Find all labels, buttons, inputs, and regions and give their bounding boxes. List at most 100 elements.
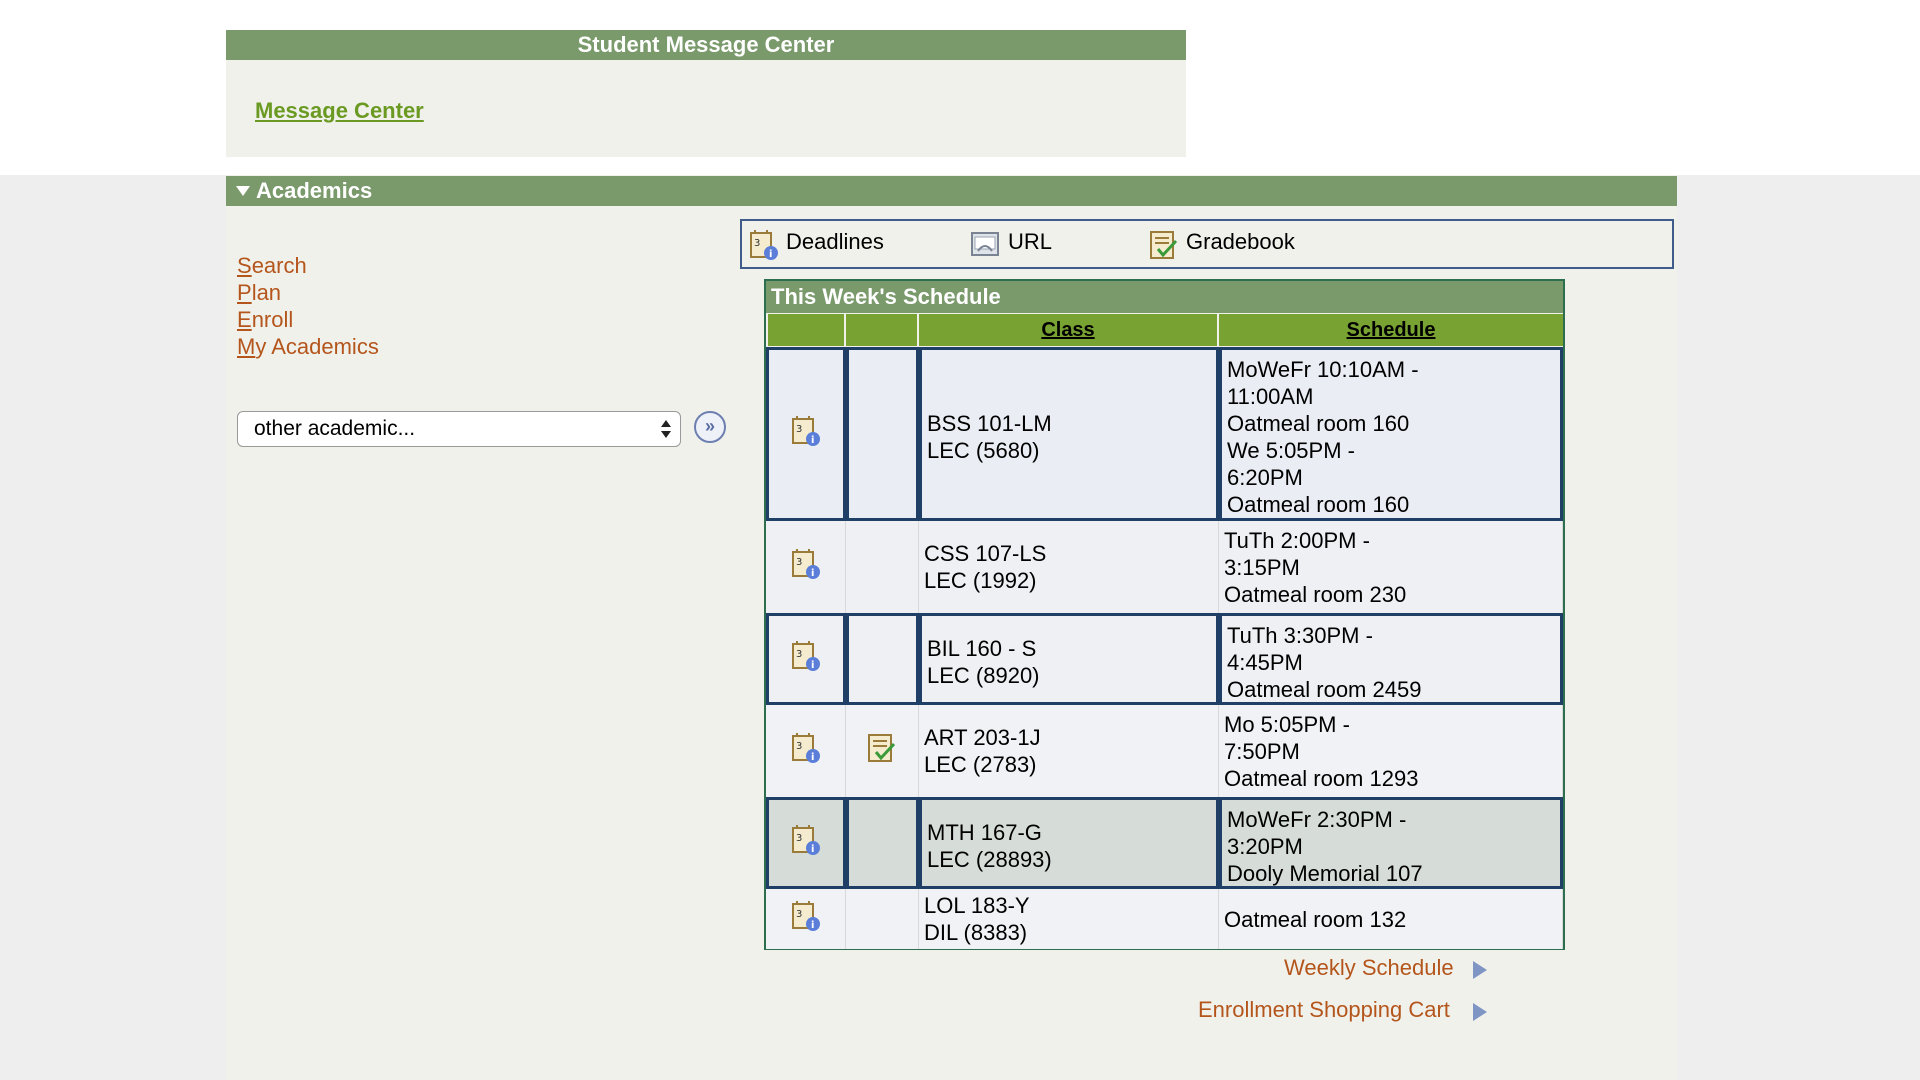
weekly-schedule-table: This Week's Schedule Class Schedule 3 i BS… [764, 279, 1565, 950]
left-margin [0, 175, 226, 1080]
schedule-cell: MoWeFr 10:10AM -11:00AM Oatmeal room 160 W… [1219, 347, 1563, 521]
nav-link-text: lan [251, 280, 282, 305]
deadlines-cell: 3i [766, 613, 846, 705]
schedule-line: Dooly Memorial 107 [1227, 861, 1423, 886]
table-row: 3 i MTH 167-G LEC (28893) MoWeFr 2:30PM -3:2… [766, 797, 1563, 889]
nav-link-accesskey: E [237, 307, 252, 332]
class-cell: LOL 183-Y DIL (8383) [919, 889, 1219, 949]
other-academic-select-value: other academic... [254, 417, 416, 440]
schedule-line: 11:00AM [1227, 384, 1314, 409]
nav-link-text: earch [251, 253, 307, 278]
schedule-cell: TuTh 3:30PM -4:45PM Oatmeal room 2459 [1219, 613, 1563, 705]
schedule-title: This Week's Schedule [766, 281, 1563, 313]
go-button[interactable]: » [694, 411, 726, 443]
svg-text:3: 3 [796, 741, 802, 752]
legend-deadlines-label: Deadlines [786, 229, 884, 254]
class-line: MTH 167-G [927, 820, 1042, 845]
schedule-line: Oatmeal room 1293 [1224, 766, 1419, 791]
class-line: LEC (8920) [927, 663, 1040, 688]
deadlines-cell: 3i [766, 889, 846, 949]
svg-text:i: i [811, 568, 814, 579]
deadlines-icon: 3 i [750, 230, 778, 260]
class-line: BSS 101-LM [927, 411, 1052, 436]
shopping-cart-link[interactable]: Enrollment Shopping Cart [1198, 997, 1450, 1023]
collapse-triangle-icon[interactable] [236, 186, 250, 196]
svg-text:i: i [811, 920, 814, 931]
class-cell: CSS 107-LS LEC (1992) [919, 521, 1219, 613]
svg-text:i: i [811, 844, 814, 855]
shopping-cart-label: Enrollment Shopping Cart [1198, 997, 1450, 1022]
schedule-line: 6:20PM [1227, 465, 1303, 490]
other-academic-select[interactable]: other academic... [237, 411, 681, 447]
schedule-line: 3:20PM [1227, 834, 1303, 859]
schedule-line: MoWeFr 10:10AM - [1227, 357, 1419, 382]
schedule-line: Oatmeal room 160 [1227, 411, 1410, 436]
deadlines-icon[interactable]: 3i [790, 415, 822, 453]
header-class[interactable]: Class [919, 314, 1219, 346]
academics-header[interactable]: Academics [226, 176, 1677, 206]
nav-link-4[interactable]: My Academics [237, 333, 379, 360]
class-cell: ART 203-1J LEC (2783) [919, 705, 1219, 797]
header-icon-col-2 [846, 314, 919, 346]
select-arrows-icon [661, 420, 671, 438]
table-row: 3 i BSS 101-LM LEC (5680) MoWeFr 10:10AM -11… [766, 347, 1563, 521]
nav-link-text: y Academics [255, 334, 379, 359]
svg-text:i: i [811, 752, 814, 763]
weekly-schedule-label: Weekly Schedule [1284, 955, 1454, 980]
schedule-line: TuTh 3:30PM - [1227, 623, 1373, 648]
deadlines-icon[interactable]: 3i [790, 824, 822, 862]
class-line: DIL (8383) [924, 920, 1028, 945]
deadlines-icon[interactable]: 3i [790, 900, 822, 938]
weekly-schedule-arrow-icon[interactable] [1473, 961, 1487, 979]
schedule-cell: TuTh 2:00PM -3:15PM Oatmeal room 230 [1219, 521, 1563, 613]
gradebook-cell [846, 347, 919, 521]
header-icon-col-1 [768, 314, 846, 346]
svg-text:3: 3 [754, 238, 760, 249]
right-margin [1677, 175, 1920, 1080]
message-center-link[interactable]: Message Center [255, 98, 424, 124]
shopping-cart-arrow-icon[interactable] [1473, 1003, 1487, 1021]
svg-text:i: i [811, 435, 814, 446]
nav-link-1[interactable]: Search [237, 252, 307, 279]
class-line: LEC (28893) [927, 847, 1052, 872]
icon-legend: 3 i Deadlines URL Gradebook [740, 219, 1674, 269]
schedule-line: MoWeFr 2:30PM - [1227, 807, 1407, 832]
schedule-line: TuTh 2:00PM - [1224, 528, 1370, 553]
gradebook-cell [846, 705, 919, 797]
table-row: 3 i ART 203-1J LEC (2783) Mo 5:05PM -7:50PM O… [766, 705, 1563, 797]
gradebook-cell [846, 889, 919, 949]
schedule-line: Oatmeal room 230 [1224, 582, 1407, 607]
schedule-cell: MoWeFr 2:30PM -3:20PM Dooly Memorial 107 [1219, 797, 1563, 889]
svg-text:i: i [811, 660, 814, 671]
class-line: LOL 183-Y [924, 893, 1030, 918]
deadlines-icon[interactable]: 3i [790, 732, 822, 770]
class-cell: MTH 167-G LEC (28893) [919, 797, 1219, 889]
table-row: 3 i BIL 160 - S LEC (8920) TuTh 3:30PM -4:45… [766, 613, 1563, 705]
nav-link-accesskey: M [237, 334, 256, 359]
schedule-line: Mo 5:05PM - [1224, 712, 1350, 737]
schedule-line: 4:45PM [1227, 650, 1303, 675]
gradebook-icon [1150, 231, 1178, 259]
class-line: ART 203-1J [924, 725, 1041, 750]
deadlines-icon[interactable]: 3i [790, 548, 822, 586]
svg-text:3: 3 [796, 909, 802, 920]
schedule-line: Oatmeal room 160 [1227, 492, 1410, 517]
legend-url-label: URL [1008, 229, 1053, 254]
gradebook-cell [846, 613, 919, 705]
table-row: 3 i LOL 183-Y DIL (8383) Oatmeal room 132 [766, 889, 1563, 949]
url-icon [971, 232, 999, 256]
header-schedule[interactable]: Schedule [1219, 314, 1563, 346]
schedule-line: Oatmeal room 2459 [1227, 677, 1422, 702]
nav-link-2[interactable]: Plan [237, 279, 281, 306]
deadlines-cell: 3i [766, 705, 846, 797]
svg-text:3: 3 [796, 424, 802, 435]
svg-text:3: 3 [796, 557, 802, 568]
nav-link-3[interactable]: Enroll [237, 306, 293, 333]
deadlines-icon[interactable]: 3i [790, 640, 822, 678]
weekly-schedule-link[interactable]: Weekly Schedule [1284, 955, 1454, 981]
gradebook-icon[interactable] [866, 732, 898, 770]
gradebook-cell [846, 521, 919, 613]
schedule-line: 3:15PM [1224, 555, 1300, 580]
nav-link-accesskey: S [237, 253, 252, 278]
class-line: BIL 160 - S [927, 636, 1037, 661]
